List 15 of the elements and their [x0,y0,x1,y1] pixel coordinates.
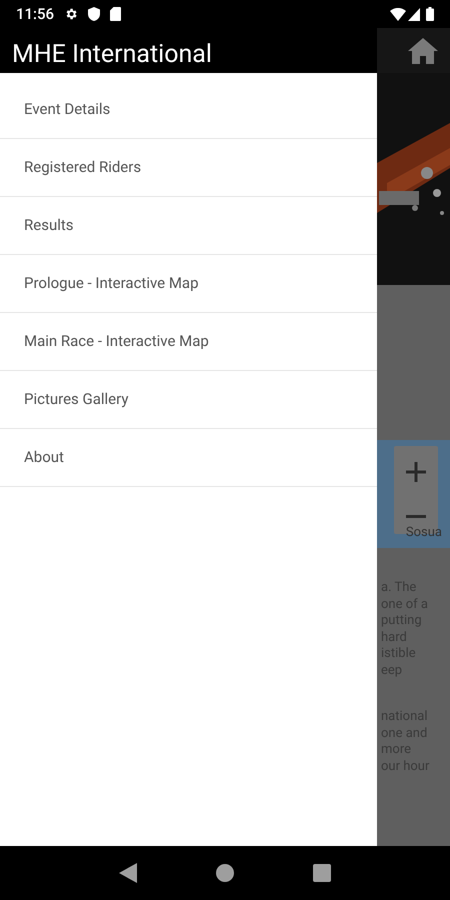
sd-card-icon [110,7,122,21]
battery-icon [426,7,434,21]
home-button-icon[interactable] [216,864,234,882]
home-icon[interactable] [408,38,438,64]
map-label: Sosua [406,524,442,542]
zoom-out-icon[interactable] [406,514,426,518]
shield-icon [88,7,100,21]
back-icon[interactable] [119,863,138,883]
status-time: 11:56 [16,4,54,25]
gear-icon [64,7,78,21]
signal-icon [408,8,420,20]
wifi-icon [390,8,406,20]
drawer-title: MHE International [12,39,212,71]
recents-icon[interactable] [312,864,331,882]
zoom-in-icon[interactable] [406,462,426,482]
